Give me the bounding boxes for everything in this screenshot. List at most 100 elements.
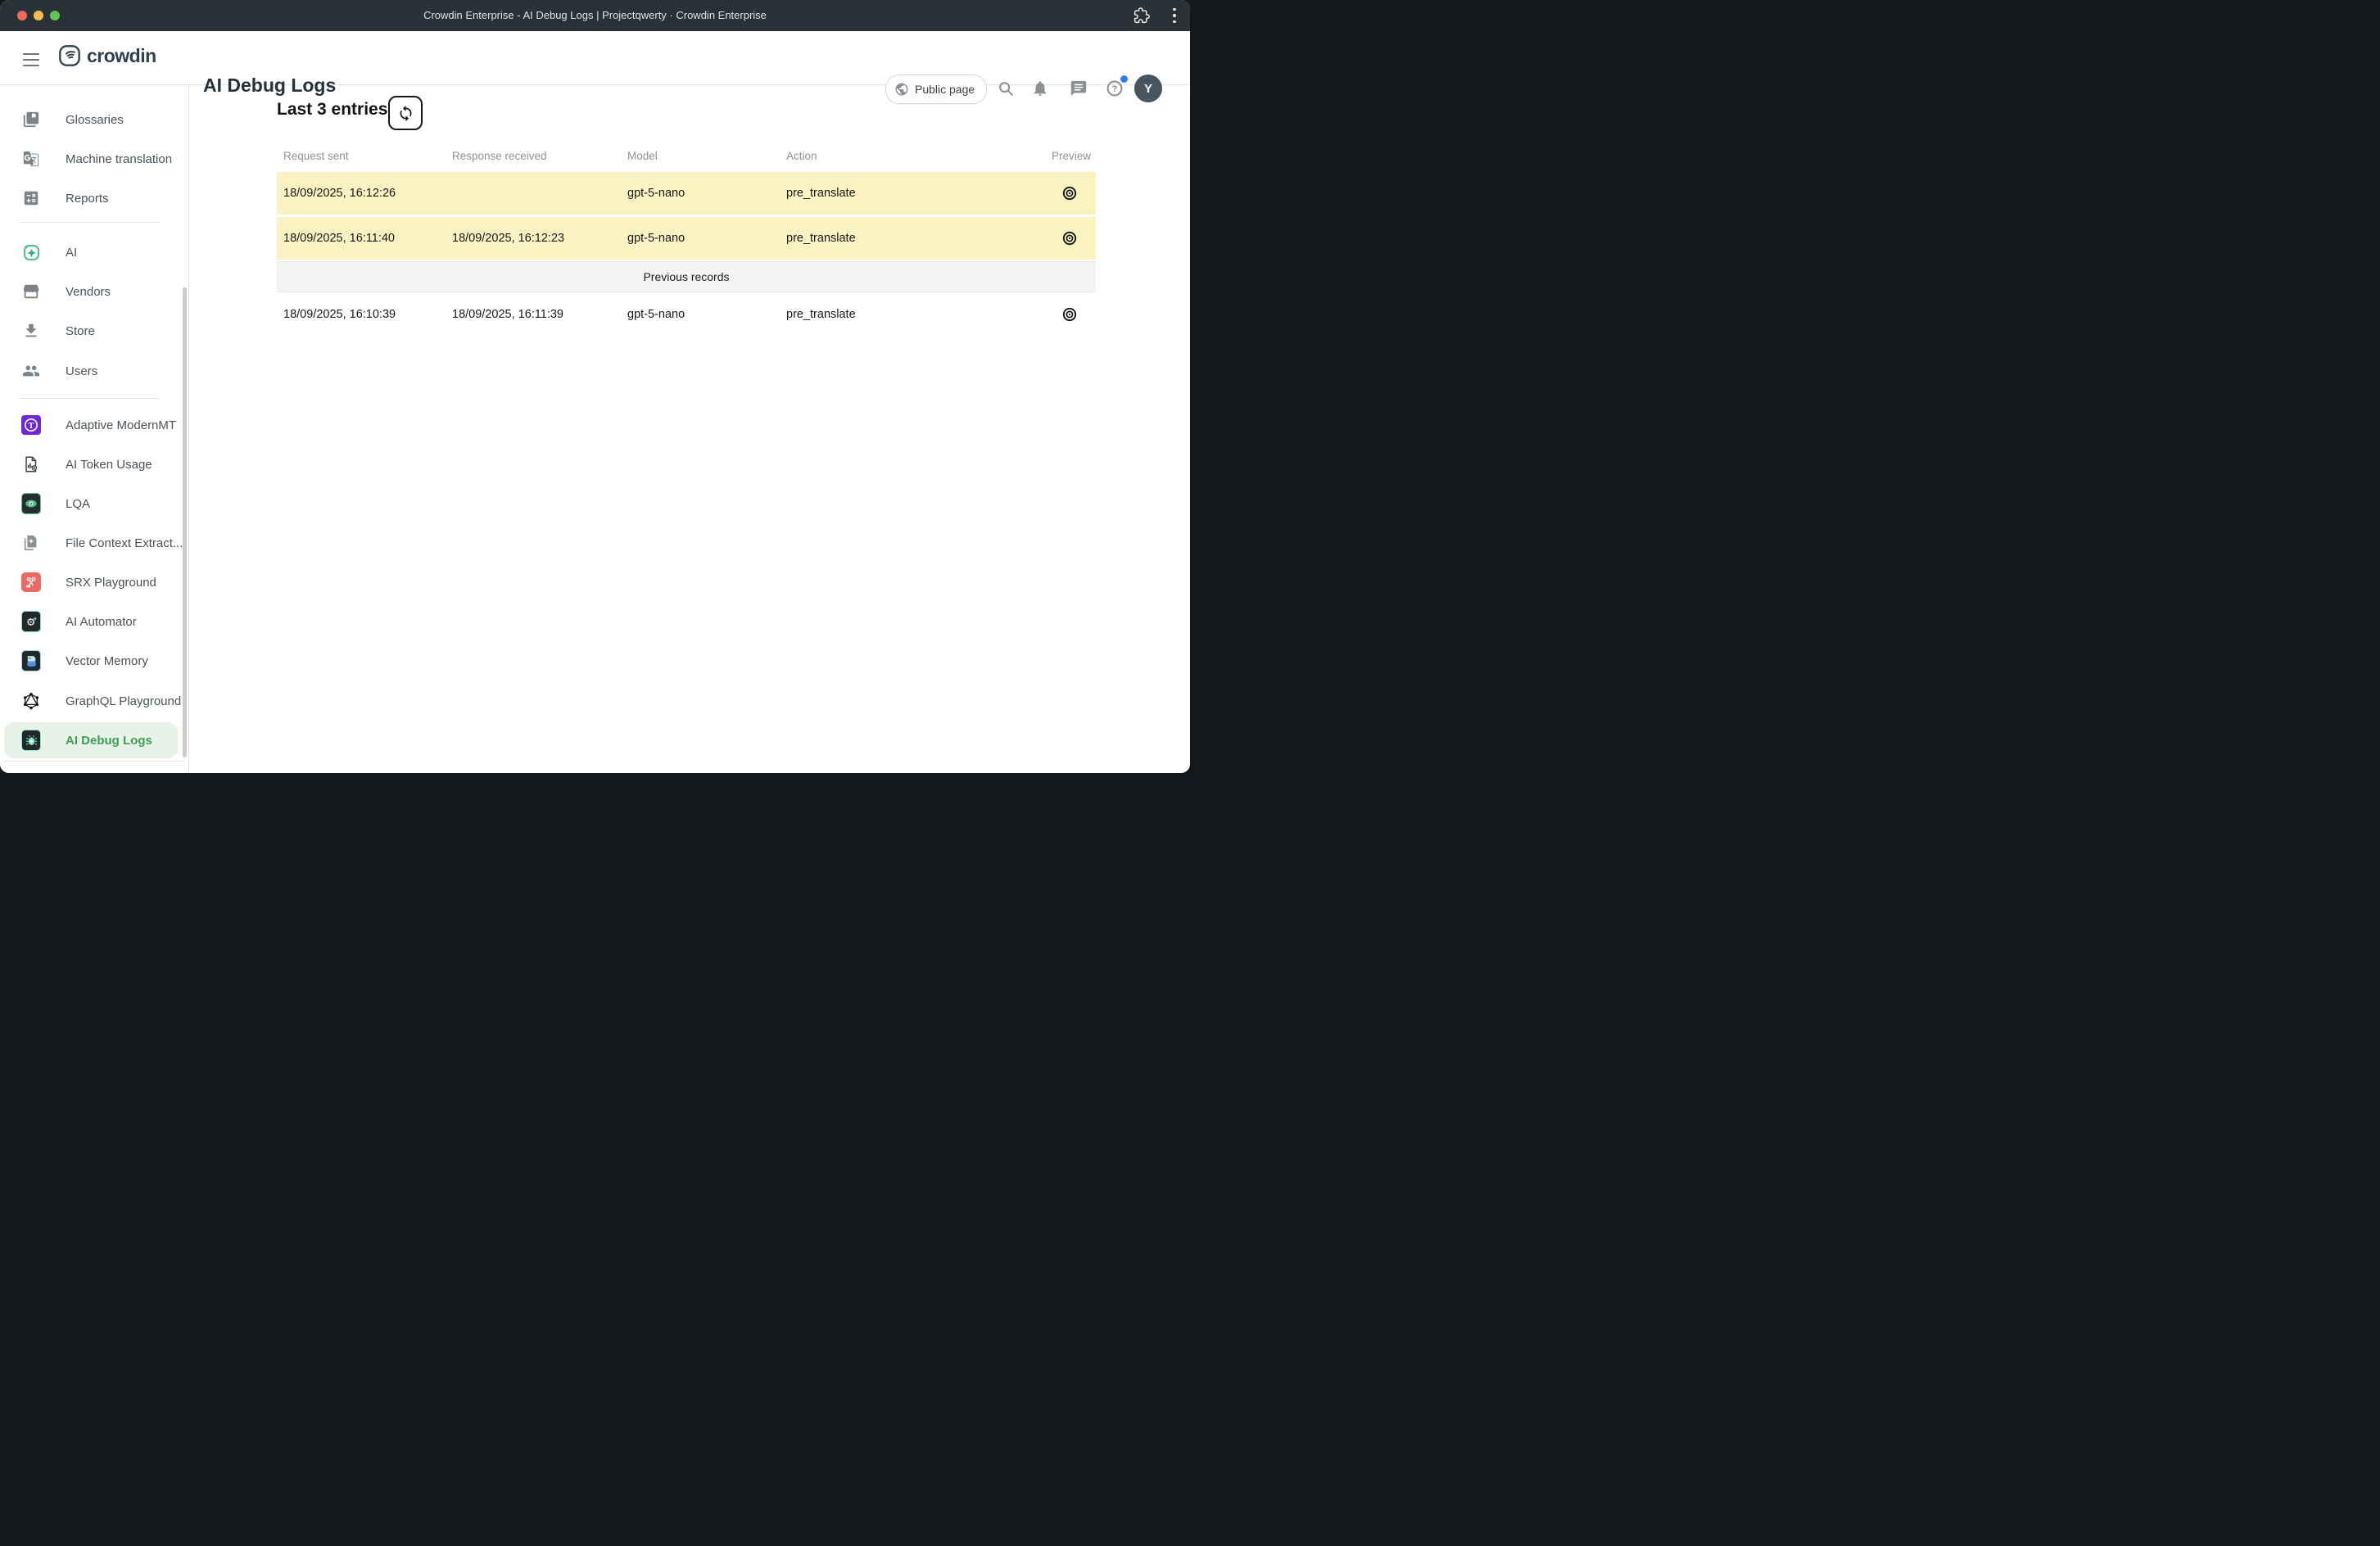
preview-eye-icon[interactable] <box>1061 306 1078 323</box>
sidebar-item-label: Machine translation <box>66 152 172 166</box>
sidebar-item-graphql-playground[interactable]: GraphQL Playground <box>4 683 178 719</box>
sidebar-item-ai-debug-logs[interactable]: AI Debug Logs <box>4 722 178 758</box>
cell-response-received: 18/09/2025, 16:11:39 <box>452 308 563 321</box>
sidebar-item-vendors[interactable]: Vendors <box>4 273 178 310</box>
svg-text:⚙: ⚙ <box>26 615 35 627</box>
cell-request-sent: 18/09/2025, 16:12:26 <box>283 187 396 200</box>
sidebar-item-machine-translation[interactable]: Machine translation <box>4 141 178 177</box>
table-row: 18/09/2025, 16:10:39 18/09/2025, 16:11:3… <box>277 292 1096 337</box>
cell-model: gpt-5-nano <box>627 308 685 321</box>
ai-debug-logs-bug-icon <box>21 730 41 750</box>
table-row: 18/09/2025, 16:12:26 gpt-5-nano pre_tran… <box>277 172 1096 215</box>
sidebar-item-lqa[interactable]: LQA <box>4 486 178 522</box>
sidebar-item-ai-token-usage[interactable]: AI Token Usage <box>4 446 178 482</box>
sidebar-item-file-context-extractor[interactable]: File Context Extract... <box>4 525 178 561</box>
browser-window: Crowdin Enterprise - AI Debug Logs | Pro… <box>0 0 1190 773</box>
close-window-button[interactable] <box>17 11 27 20</box>
cell-request-sent: 18/09/2025, 16:10:39 <box>283 308 396 321</box>
glossaries-icon <box>21 110 41 129</box>
sidebar-item-label: Adaptive ModernMT <box>66 418 176 432</box>
help-notification-dot <box>1120 75 1128 83</box>
help-icon[interactable]: ? <box>1106 79 1124 97</box>
crowdin-logo[interactable]: crowdin <box>58 44 156 67</box>
cell-action: pre_translate <box>786 232 856 245</box>
sidebar-item-label: Store <box>66 324 95 338</box>
cell-model: gpt-5-nano <box>627 232 685 245</box>
sidebar-item-label: LQA <box>66 497 90 511</box>
notifications-bell-icon[interactable] <box>1031 79 1049 97</box>
preview-eye-icon[interactable] <box>1061 230 1078 246</box>
browser-menu-kebab-icon[interactable] <box>1171 8 1178 23</box>
table-row: 18/09/2025, 16:11:40 18/09/2025, 16:12:2… <box>277 217 1096 260</box>
sidebar-item-label: SRX Playground <box>66 576 156 590</box>
sidebar-item-reports[interactable]: Reports <box>4 180 178 216</box>
sidebar-item-label: GraphQL Playground <box>66 694 181 708</box>
file-context-extractor-icon <box>21 533 41 553</box>
sidebar-item-label: Vendors <box>66 285 111 299</box>
chat-icon[interactable] <box>1070 79 1088 97</box>
sidebar-item-users[interactable]: Users <box>4 353 178 389</box>
sidebar-item-ai-automator[interactable]: ⚙ AI Automator <box>4 603 178 640</box>
refresh-icon <box>397 105 414 122</box>
srx-playground-icon <box>21 572 41 592</box>
ai-automator-icon: ⚙ <box>21 612 41 631</box>
main-content: Last 3 entries Request sent Response rec… <box>189 84 1190 773</box>
section-heading: Last 3 entries <box>277 100 387 120</box>
crowdin-logo-text: crowdin <box>87 45 156 67</box>
public-page-button[interactable]: Public page <box>885 75 987 104</box>
cell-model: gpt-5-nano <box>627 187 685 200</box>
refresh-button[interactable] <box>388 96 423 130</box>
sidebar-item-label: Vector Memory <box>66 654 148 668</box>
sidebar-item-label: File Context Extract... <box>66 536 183 550</box>
sidebar-item-label: Glossaries <box>66 113 124 127</box>
ai-token-usage-icon <box>21 454 41 474</box>
user-avatar[interactable]: Y <box>1134 75 1162 102</box>
hamburger-menu-icon[interactable] <box>23 53 39 66</box>
users-icon <box>21 361 41 381</box>
col-header-request-sent: Request sent <box>283 150 349 162</box>
sidebar-item-label: Reports <box>66 192 109 206</box>
sidebar-item-label: AI <box>66 246 77 260</box>
machine-translation-icon <box>21 149 41 169</box>
app-header: crowdin AI Debug Logs Public page ? Y <box>0 31 1190 85</box>
sidebar-item-srx-playground[interactable]: SRX Playground <box>4 564 178 600</box>
col-header-preview: Preview <box>1052 150 1091 162</box>
sidebar-item-adaptive-modernmt[interactable]: T Adaptive ModernMT <box>4 407 178 443</box>
download-icon <box>21 321 41 341</box>
page-title: AI Debug Logs <box>203 75 336 97</box>
cell-request-sent: 18/09/2025, 16:11:40 <box>283 232 395 245</box>
sidebar-item-ai[interactable]: AI <box>4 234 178 270</box>
avatar-initial: Y <box>1144 82 1152 96</box>
sidebar-item-label: AI Token Usage <box>66 458 152 472</box>
table-header-row: Request sent Response received Model Act… <box>277 143 1096 168</box>
minimize-window-button[interactable] <box>34 11 43 20</box>
graphql-icon <box>21 691 41 711</box>
sidebar-item-vector-memory[interactable]: Vector Memory <box>4 643 178 679</box>
col-header-action: Action <box>786 150 817 162</box>
maximize-window-button[interactable] <box>50 11 60 20</box>
crowdin-logo-icon <box>58 44 81 67</box>
sidebar-bottom-divider <box>4 761 184 762</box>
previous-records-button[interactable]: Previous records <box>277 261 1096 292</box>
sidebar-divider <box>19 222 160 223</box>
previous-records-label: Previous records <box>643 270 729 283</box>
window-title: Crowdin Enterprise - AI Debug Logs | Pro… <box>423 9 767 21</box>
sidebar: Glossaries Machine translation Reports A… <box>0 84 189 773</box>
preview-eye-icon[interactable] <box>1061 185 1078 201</box>
public-page-label: Public page <box>915 83 975 96</box>
storefront-icon <box>21 282 41 301</box>
sidebar-item-store[interactable]: Store <box>4 313 178 349</box>
search-icon[interactable] <box>997 79 1015 97</box>
screen: Crowdin Enterprise - AI Debug Logs | Pro… <box>0 0 1190 773</box>
sidebar-scrollbar-thumb[interactable] <box>183 287 187 757</box>
sidebar-item-glossaries[interactable]: Glossaries <box>4 102 178 138</box>
sidebar-item-label: AI Automator <box>66 615 137 629</box>
lqa-icon <box>21 494 41 513</box>
sidebar-item-label: Users <box>66 364 97 378</box>
svg-text:T: T <box>29 422 34 431</box>
reports-icon <box>21 188 41 208</box>
col-header-response-received: Response received <box>452 150 547 162</box>
adaptive-modernmt-icon: T <box>21 415 41 435</box>
svg-text:?: ? <box>1112 84 1118 94</box>
extensions-puzzle-icon[interactable] <box>1133 7 1150 24</box>
